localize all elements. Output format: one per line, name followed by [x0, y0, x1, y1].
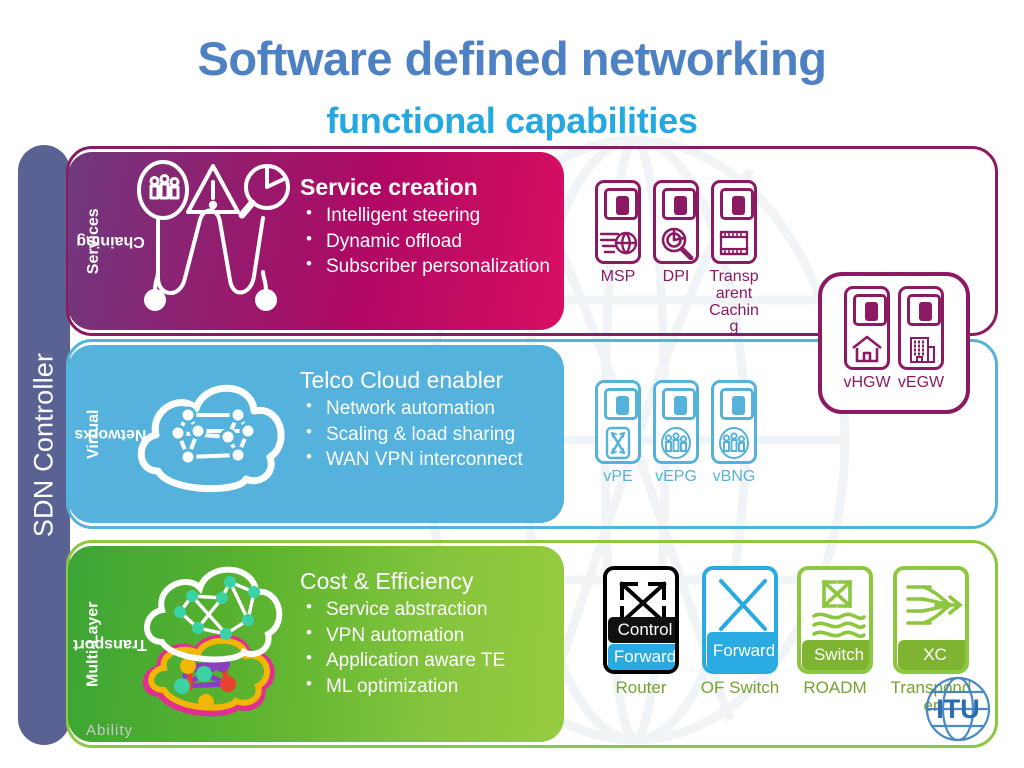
transport-device-router[interactable]: Control Forward Router [598, 566, 684, 697]
band-text-services: Service creation Intelligent steering Dy… [300, 174, 554, 280]
device-label: vEPG [655, 468, 697, 485]
users-group-icon [656, 423, 696, 463]
band-text-transport: Cost & Efficiency Service abstraction VP… [300, 568, 554, 700]
device-label: vPE [603, 468, 633, 485]
band-label-transport: Multi-Layer Transport [74, 546, 148, 742]
slide-canvas: Software defined networking functional c… [0, 0, 1024, 768]
itu-logo-text: ITU [936, 694, 980, 724]
bullet-item: VPN automation [300, 622, 554, 649]
device-label: vHGW [843, 374, 891, 391]
device-chassis [595, 180, 641, 264]
device-screen [853, 294, 887, 326]
device-chassis [711, 180, 757, 264]
band-bullets-virtual: Network automation Scaling & load sharin… [300, 395, 554, 473]
band-heading-virtual: Telco Cloud enabler [300, 367, 504, 393]
device-vbng[interactable]: vBNG [710, 380, 758, 486]
device-screen [604, 188, 638, 220]
device-screen [720, 388, 754, 420]
device-screen [907, 294, 941, 326]
sdn-controller-sidebar: SDN Controller [18, 145, 70, 745]
device-frame: XC [893, 566, 969, 674]
transport-device-label: OF Switch [700, 678, 780, 697]
device-vpe[interactable]: vPE [594, 380, 642, 486]
band-bullets-transport: Service abstraction VPN automation Appli… [300, 596, 554, 700]
device-msp[interactable]: MSP [594, 180, 642, 336]
bullet-item: Dynamic offload [300, 228, 554, 255]
bullet-item: Scaling & load sharing [300, 421, 554, 448]
band-label-services: Services Chaining [74, 152, 144, 330]
switch-pill: Switch [802, 640, 869, 670]
crossconnect-icon [598, 423, 638, 463]
device-label: MSP [600, 268, 636, 285]
device-chassis [898, 286, 944, 370]
xc-pill: XC [898, 640, 965, 670]
device-label: Transparent Caching [709, 268, 759, 336]
globe-document-icon [598, 223, 638, 263]
device-chassis [653, 380, 699, 464]
device-screen [662, 388, 696, 420]
transport-device-label: ROADM [803, 678, 867, 697]
bullet-item: Subscriber personalization [300, 253, 554, 280]
device-label: DPI [662, 268, 690, 285]
device-dpi[interactable]: DPI [652, 180, 700, 336]
itu-logo: ITU [925, 676, 991, 742]
vnf-icon-group-services: MSP DPI Transparent Caching [594, 180, 759, 336]
vnf-icon-group-virtual: vPE vEPG vBNG [594, 380, 758, 486]
control-pill: Control [608, 617, 675, 643]
bullet-item: ML optimization [300, 673, 554, 700]
transport-device-label: Router [615, 678, 667, 697]
sdn-controller-label: SDN Controller [28, 352, 59, 538]
users-group-icon [714, 423, 754, 463]
device-screen [662, 188, 696, 220]
device-vhgw[interactable]: vHGW [843, 286, 891, 392]
device-frame: Forward [702, 566, 778, 674]
transport-device-of-switch[interactable]: Forward OF Switch [697, 566, 783, 697]
page-subtitle: functional capabilities [326, 100, 698, 141]
band-bullets-services: Intelligent steering Dynamic offload Sub… [300, 202, 554, 280]
device-frame: Switch [797, 566, 873, 674]
device-screen [720, 188, 754, 220]
bullet-item: Network automation [300, 395, 554, 422]
office-building-icon [901, 329, 941, 369]
band-virtual-networks: Virtual Networks Telco Cloud enabler • N… [68, 345, 564, 523]
device-chassis [595, 380, 641, 464]
bullet-item: Service abstraction [300, 596, 554, 623]
device-vegw[interactable]: vEGW [897, 286, 945, 392]
forward-pill: Forward [608, 644, 675, 670]
film-strip-icon [714, 223, 754, 263]
magnifier-pie-icon [656, 223, 696, 263]
bullet-item: WAN VPN interconnect [300, 446, 554, 473]
band-multilayer-transport: Multi-Layer Transport Cost & Efficiency … [68, 546, 564, 742]
forward-pill: Forward [707, 632, 774, 670]
device-transparent-caching[interactable]: Transparent Caching [709, 180, 759, 336]
band-heading-transport: Cost & Efficiency [300, 568, 474, 594]
band-label-virtual: Virtual Networks [74, 345, 147, 523]
device-vepg[interactable]: vEPG [652, 380, 700, 486]
page-title: Software defined networking [197, 32, 827, 85]
device-screen [604, 388, 638, 420]
device-label: vBNG [712, 468, 756, 485]
ghost-footer-text: Ability [86, 722, 134, 739]
band-services-chaining: Services Chaining Service creation • Int… [68, 152, 564, 330]
virtual-gateway-capsule: vHGW vEGW [818, 272, 970, 414]
cloud-mesh-icon [130, 353, 300, 515]
service-chain-icon [130, 160, 300, 322]
house-icon [847, 329, 887, 369]
device-chassis [653, 180, 699, 264]
bullet-item: Application aware TE [300, 647, 554, 674]
multilayer-cloud-icon [130, 554, 300, 734]
band-text-virtual: Telco Cloud enabler Network automation S… [300, 367, 554, 473]
device-label: vEGW [897, 374, 945, 391]
device-chassis [844, 286, 890, 370]
device-chassis [711, 380, 757, 464]
bullet-item: Intelligent steering [300, 202, 554, 229]
band-heading-services: Service creation [300, 174, 478, 200]
device-frame: Control Forward [603, 566, 679, 674]
transport-device-roadm[interactable]: Switch ROADM [792, 566, 878, 697]
